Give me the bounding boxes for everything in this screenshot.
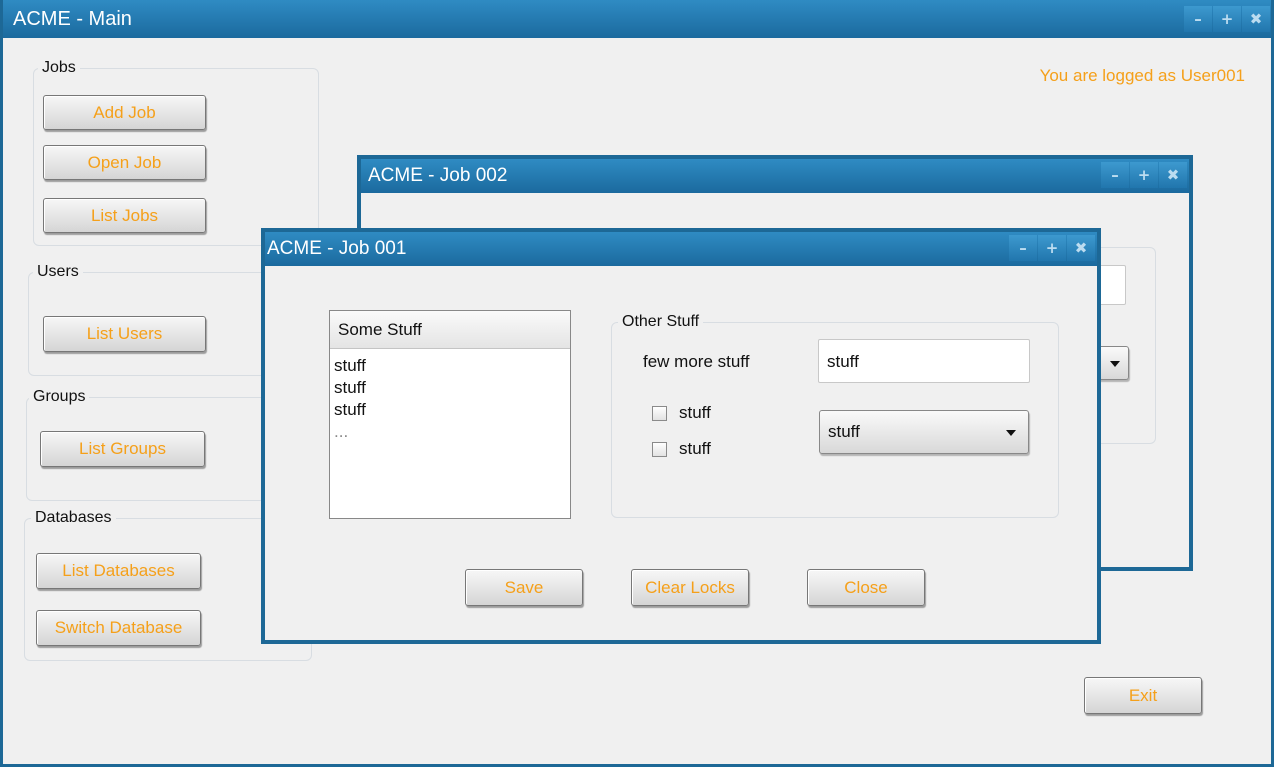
minimize-icon[interactable]: – [1009,235,1037,261]
list-header[interactable]: Some Stuff [330,311,570,349]
groups-group-title: Groups [29,388,90,406]
job001-window-controls: – + ✖ [1008,235,1095,261]
list-item[interactable]: stuff [330,355,570,377]
job001-titlebar[interactable]: ACME - Job 001 – + ✖ [265,232,1097,266]
open-job-button[interactable]: Open Job [43,145,206,180]
job002-select[interactable] [1099,346,1129,380]
field-value: stuff [827,352,859,371]
close-button[interactable]: Close [807,569,925,606]
chevron-down-icon [1006,430,1016,436]
select-value: stuff [828,422,860,441]
close-icon[interactable]: ✖ [1242,6,1270,32]
list-item[interactable]: stuff [330,377,570,399]
list-users-button[interactable]: List Users [43,316,206,352]
users-group-title: Users [33,263,83,281]
list-jobs-button[interactable]: List Jobs [43,198,206,233]
other-stuff-group-title: Other Stuff [618,313,704,331]
job001-window-title: ACME - Job 001 [267,238,407,259]
close-icon[interactable]: ✖ [1159,162,1187,188]
clear-locks-button[interactable]: Clear Locks [631,569,749,606]
main-window-controls: – + ✖ [1183,6,1270,32]
stuff-checkbox-1[interactable] [652,406,667,421]
some-stuff-list[interactable]: Some Stuff stuff stuff stuff ... [329,310,571,519]
checkbox-1-label: stuff [679,403,711,422]
main-titlebar[interactable]: ACME - Main – + ✖ [3,0,1271,38]
maximize-icon[interactable]: + [1038,235,1066,261]
list-item[interactable]: ... [330,421,570,443]
list-groups-button[interactable]: List Groups [40,431,205,467]
maximize-icon[interactable]: + [1213,6,1241,32]
job002-titlebar[interactable]: ACME - Job 002 – + ✖ [361,159,1189,193]
few-more-stuff-label: few more stuff [643,352,750,371]
few-more-stuff-field[interactable]: stuff [818,339,1030,383]
login-status: You are logged as User001 [1039,66,1245,85]
minimize-icon[interactable]: – [1184,6,1212,32]
job001-window: ACME - Job 001 – + ✖ Some Stuff stuff st… [261,228,1101,644]
jobs-group-title: Jobs [38,59,80,77]
databases-group-title: Databases [31,509,116,527]
chevron-down-icon [1110,361,1120,367]
add-job-button[interactable]: Add Job [43,95,206,130]
job002-window-title: ACME - Job 002 [368,165,508,186]
maximize-icon[interactable]: + [1130,162,1158,188]
stuff-select[interactable]: stuff [819,410,1029,454]
checkbox-2-label: stuff [679,439,711,458]
minimize-icon[interactable]: – [1101,162,1129,188]
save-button[interactable]: Save [465,569,583,606]
main-window-title: ACME - Main [13,8,132,30]
switch-database-button[interactable]: Switch Database [36,610,201,646]
job002-window-controls: – + ✖ [1100,162,1187,188]
list-databases-button[interactable]: List Databases [36,553,201,589]
stuff-checkbox-2[interactable] [652,442,667,457]
close-icon[interactable]: ✖ [1067,235,1095,261]
list-item[interactable]: stuff [330,399,570,421]
exit-button[interactable]: Exit [1084,677,1202,714]
